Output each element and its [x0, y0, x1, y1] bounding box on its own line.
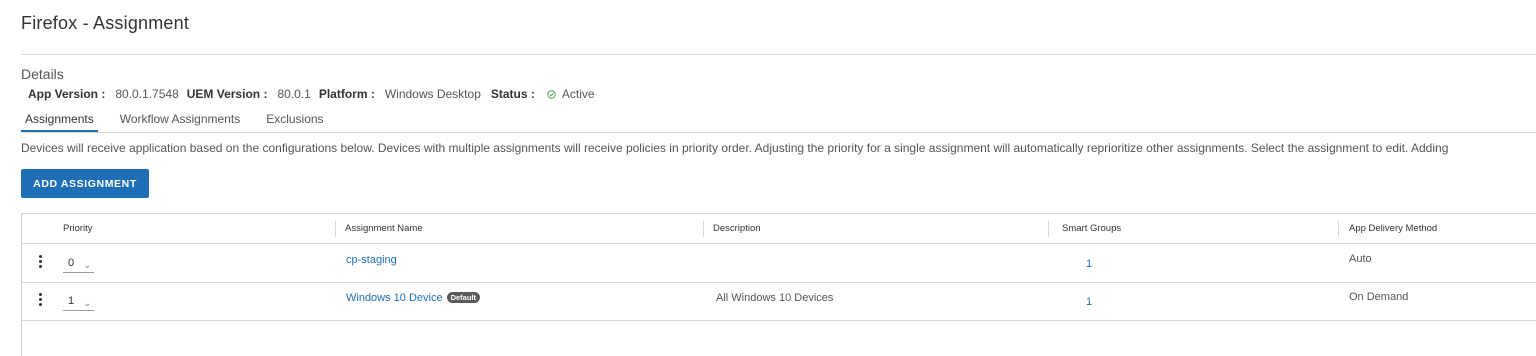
column-separator — [1338, 221, 1339, 237]
tab-bar: Assignments Workflow Assignments Exclusi… — [21, 109, 1536, 133]
assignment-name-text: Windows 10 Device — [346, 292, 443, 304]
assignment-name-link[interactable]: Windows 10 Device Default — [346, 292, 481, 304]
priority-select[interactable]: 0 ⌄ — [63, 257, 94, 273]
table-row[interactable]: 1 ⌄ Windows 10 Device Default All Windows… — [22, 283, 1536, 321]
column-header-priority[interactable]: Priority — [63, 214, 93, 244]
tab-workflow-assignments[interactable]: Workflow Assignments — [116, 109, 245, 132]
tab-assignments[interactable]: Assignments — [21, 109, 98, 132]
uem-version-value: 80.0.1 — [277, 87, 311, 101]
add-assignment-button[interactable]: ADD ASSIGNMENT — [21, 169, 149, 198]
priority-value: 1 — [68, 295, 75, 307]
status-label: Status : — [490, 87, 535, 101]
info-text: Devices will receive application based o… — [21, 141, 1449, 155]
app-version-value: 80.0.1.7548 — [115, 87, 179, 101]
priority-value: 0 — [68, 257, 75, 269]
tab-exclusions[interactable]: Exclusions — [262, 109, 327, 132]
column-header-app-delivery-method[interactable]: App Delivery Method — [1349, 214, 1437, 244]
delivery-method-cell: On Demand — [1349, 291, 1409, 303]
uem-version-label: UEM Version : — [186, 87, 268, 101]
chevron-down-icon: ⌄ — [83, 298, 91, 308]
default-badge: Default — [446, 292, 481, 303]
title-divider — [21, 54, 1536, 55]
page-title: Firefox - Assignment — [21, 13, 190, 33]
status-value: Active — [561, 87, 595, 101]
assignments-table: Priority Assignment Name Description Sma… — [21, 213, 1536, 356]
app-version-label: App Version : — [28, 87, 106, 101]
column-header-smart-groups[interactable]: Smart Groups — [1062, 214, 1121, 244]
assignment-name-link[interactable]: cp-staging — [346, 254, 397, 266]
priority-select[interactable]: 1 ⌄ — [63, 295, 94, 311]
details-meta-row: App Version : 80.0.1.7548 UEM Version : … — [28, 87, 603, 101]
smart-groups-link[interactable]: 1 — [1086, 258, 1092, 270]
column-separator — [335, 221, 336, 237]
column-header-description[interactable]: Description — [713, 214, 761, 244]
vertical-ellipsis-icon[interactable] — [37, 292, 43, 308]
check-circle-icon — [547, 89, 556, 99]
platform-label: Platform : — [318, 87, 375, 101]
column-separator — [1048, 221, 1049, 237]
chevron-down-icon: ⌄ — [83, 260, 91, 270]
description-cell: All Windows 10 Devices — [716, 292, 834, 304]
vertical-ellipsis-icon[interactable] — [37, 254, 43, 270]
smart-groups-link[interactable]: 1 — [1086, 296, 1092, 308]
details-heading: Details — [21, 66, 64, 82]
platform-value: Windows Desktop — [384, 87, 481, 101]
column-separator — [703, 221, 704, 237]
table-row[interactable]: 0 ⌄ cp-staging 1 Auto — [22, 245, 1536, 283]
column-header-assignment-name[interactable]: Assignment Name — [345, 214, 423, 244]
table-header: Priority Assignment Name Description Sma… — [22, 214, 1536, 244]
delivery-method-cell: Auto — [1349, 253, 1372, 265]
